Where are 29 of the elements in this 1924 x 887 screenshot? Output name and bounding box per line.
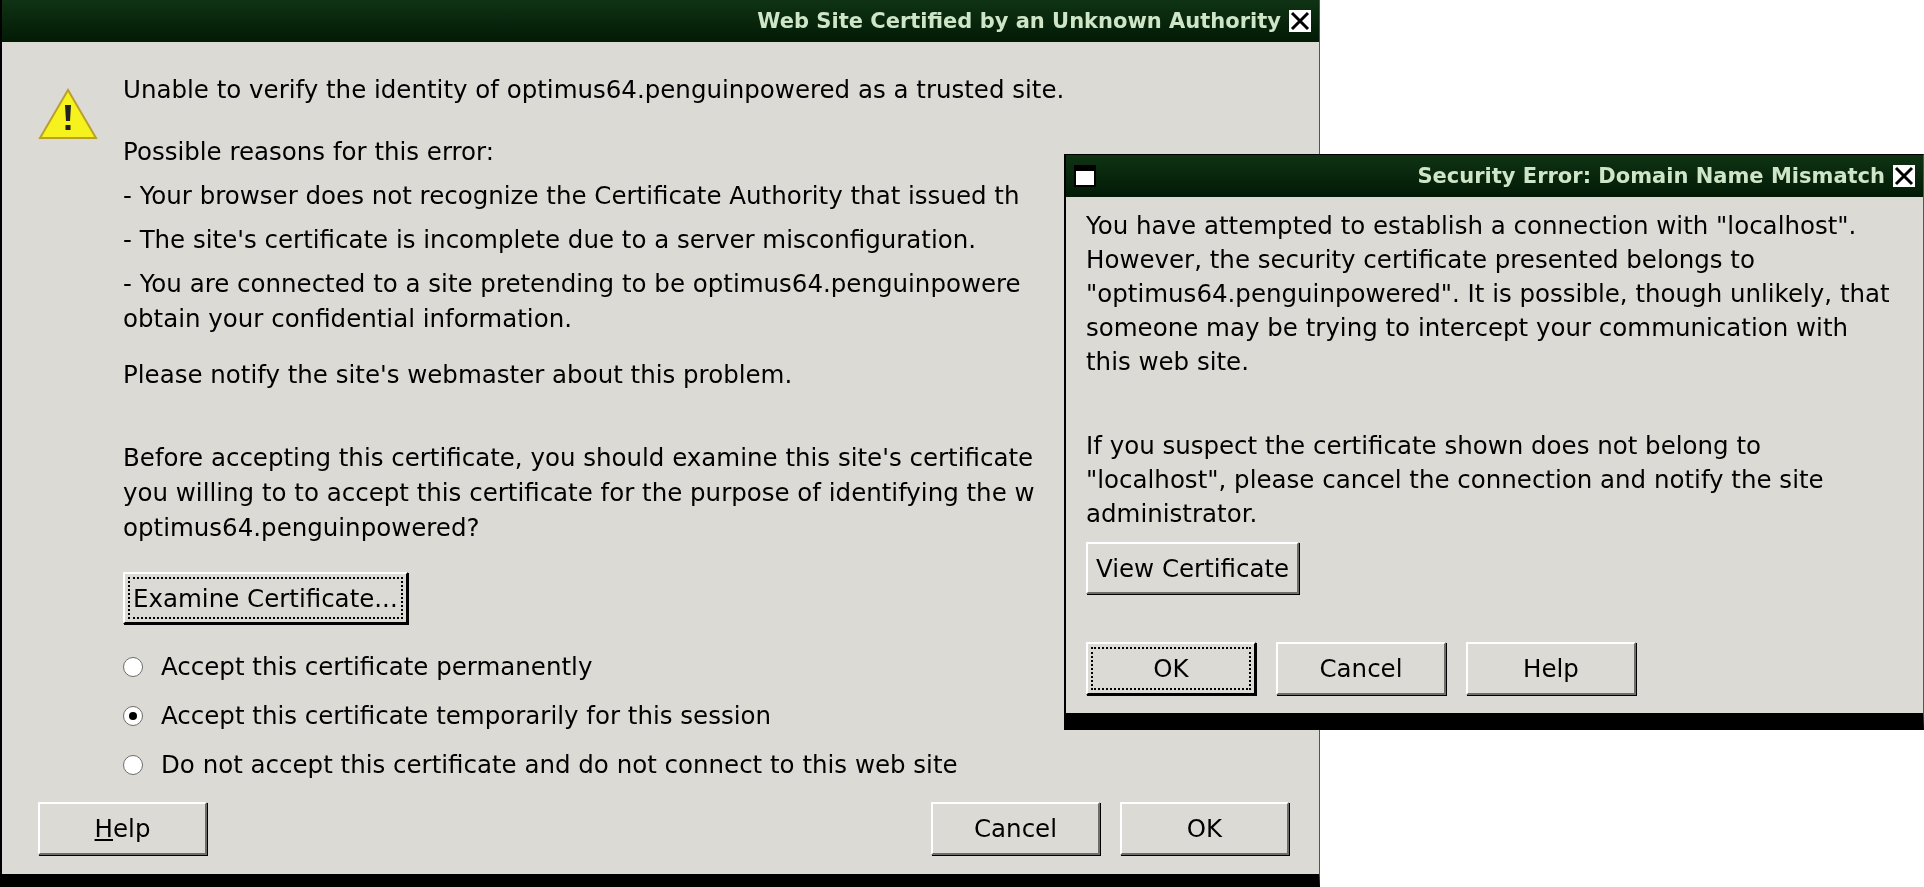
dialog-button[interactable]: Help (38, 802, 207, 855)
message-text: Unable to verify the identity of optimus64.penguinpowered as a trusted site. (123, 74, 1065, 106)
view-certificate-button[interactable]: View Certificate (1086, 542, 1300, 594)
dialog-button[interactable]: OK (1086, 642, 1256, 695)
radio-button[interactable] (123, 754, 143, 775)
option-label[interactable]: Do not accept this certificate and do not connect to this web site (161, 747, 958, 782)
dialog-button[interactable]: Cancel (931, 802, 1100, 855)
reason-text: - The site's certificate is incomplete due to a server misconfiguration. (123, 224, 977, 256)
close-icon[interactable] (1289, 10, 1311, 32)
option-label[interactable]: Accept this certificate permanently (161, 649, 593, 684)
radio-button[interactable] (123, 705, 143, 726)
option-label[interactable]: Accept this certificate temporarily for this session (161, 698, 771, 733)
dialog-button[interactable]: Cancel (1276, 642, 1446, 695)
warning-icon (38, 88, 98, 140)
window-menu-icon[interactable] (1074, 165, 1096, 187)
reasons-heading: Possible reasons for this error: (123, 136, 494, 168)
reason-text: - Your browser does not recognize the Certificate Authority that issued th (123, 180, 1020, 212)
window-title: Web Site Certified by an Unknown Authority (757, 9, 1281, 33)
close-icon[interactable] (1893, 165, 1915, 187)
message-text: You have attempted to establish a connection with "localhost". However, the security certificate presented belongs to "optimus64.penguinpowered". It is possible, though unlikely, that someone may be trying to intercept your communication with this web site. (1086, 210, 1890, 378)
dialog-button[interactable]: Help (1466, 642, 1636, 695)
reason-text: - You are connected to a site pretending to be optimus64.penguinpowere obtain your confidential information. (123, 268, 1021, 335)
dialog-button[interactable]: OK (1120, 802, 1289, 855)
examine-certificate-button[interactable]: Examine Certificate... (123, 572, 408, 624)
question-text: Before accepting this certificate, you should examine this site's certificate you willing to to accept this certificate for the purpose of identifying the w optimus64.penguinpowered? (123, 442, 1035, 544)
radio-button[interactable] (123, 656, 143, 677)
notice-text: Please notify the site's webmaster about this problem. (123, 359, 793, 391)
window-title: Security Error: Domain Name Mismatch (1417, 164, 1885, 188)
message-text: If you suspect the certificate shown does not belong to "localhost", please cancel the connection and notify the site administrator. (1086, 430, 1824, 530)
